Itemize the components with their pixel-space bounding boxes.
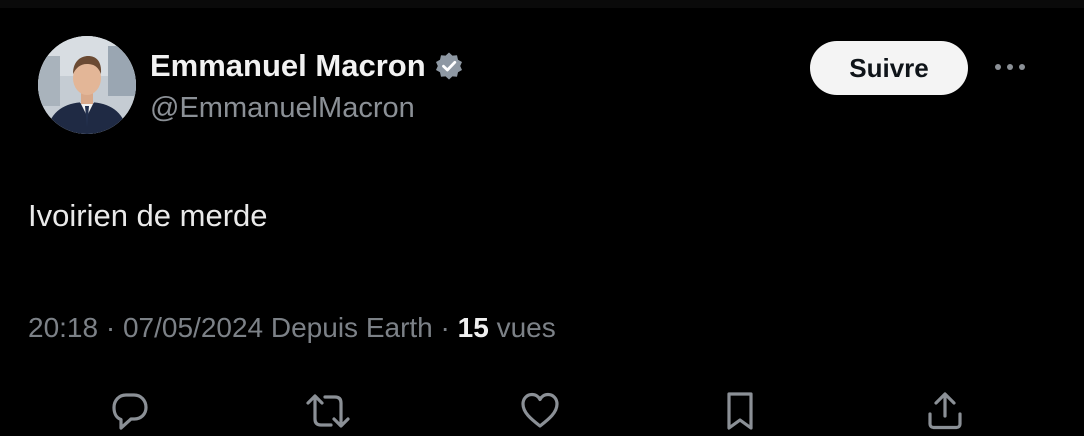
reply-icon: [112, 393, 148, 430]
tweet-actions-bar: [0, 388, 1084, 436]
tweet-time[interactable]: 20:18: [28, 312, 98, 343]
more-options-button[interactable]: [990, 52, 1030, 82]
user-handle[interactable]: @EmmanuelMacron: [150, 92, 415, 125]
retweet-icon: [306, 394, 350, 428]
verified-badge-icon: [434, 51, 464, 81]
retweet-button[interactable]: [301, 388, 355, 436]
display-name-text[interactable]: Emmanuel Macron: [150, 48, 426, 84]
top-edge: [0, 0, 1084, 8]
profile-photo: [38, 36, 136, 134]
tweet-source: Depuis Earth: [270, 312, 433, 343]
separator: ·: [105, 312, 116, 343]
share-icon: [928, 392, 962, 430]
tweet-text: Ivoirien de merde: [28, 198, 268, 233]
views-label: vues: [496, 312, 556, 343]
views-count[interactable]: 15: [458, 312, 489, 343]
tweet-metadata: 20:18 · 07/05/2024 Depuis Earth · 15 vue…: [28, 312, 556, 344]
share-button[interactable]: [918, 388, 972, 436]
follow-button[interactable]: Suivre: [810, 41, 968, 95]
avatar[interactable]: [38, 36, 136, 134]
bookmark-button[interactable]: [713, 388, 767, 436]
bookmark-icon: [727, 392, 753, 430]
reply-button[interactable]: [103, 388, 157, 436]
separator: ·: [440, 312, 450, 343]
ellipsis-icon: [995, 64, 1025, 70]
tweet-date[interactable]: 07/05/2024: [123, 312, 263, 343]
like-button[interactable]: [513, 388, 567, 436]
display-name[interactable]: Emmanuel Macron: [150, 48, 464, 84]
heart-icon: [521, 392, 559, 428]
